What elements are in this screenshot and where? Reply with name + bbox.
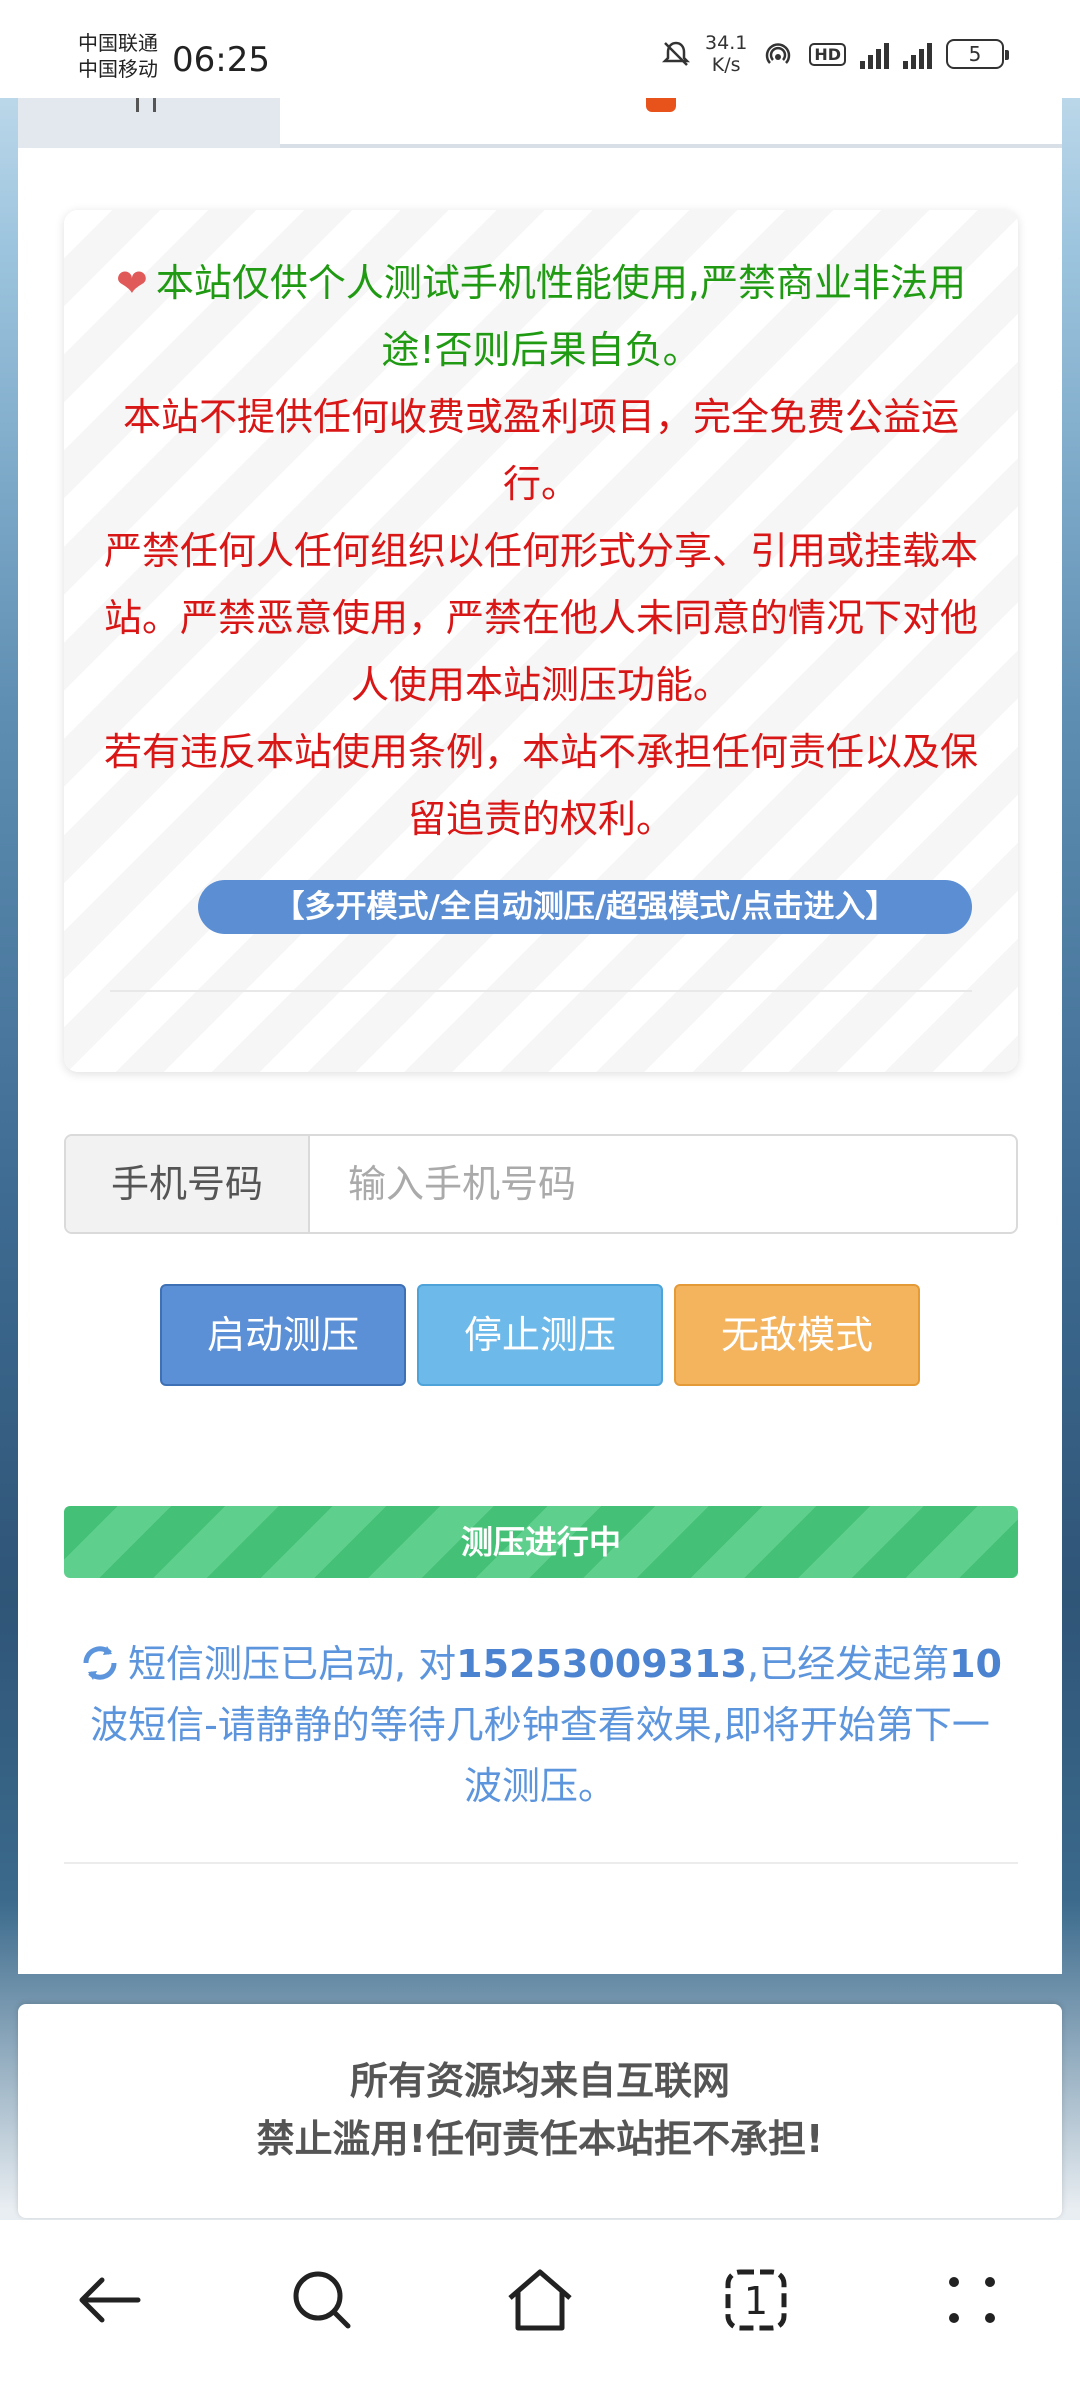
heart-icon: ❤ — [116, 261, 148, 305]
hd-icon: HD — [809, 42, 846, 66]
signal-4g-icon — [860, 39, 889, 69]
browser-nav-bar: 1 — [0, 2220, 1080, 2388]
main-page: ❤ 本站仅供个人测试手机性能使用,严禁商业非法用途!否则后果自负。 本站不提供任何… — [18, 98, 1062, 1974]
battery-icon: 5 — [946, 39, 1009, 69]
tab-left[interactable] — [18, 98, 280, 148]
carrier-names: 中国联通 中国移动 — [78, 30, 158, 82]
signal-5g-icon — [903, 39, 932, 69]
invincible-mode-button[interactable]: 无敌模式 — [674, 1284, 920, 1386]
status-icons: 34.1 K/s HD 5 — [661, 32, 1009, 76]
footer-line-1: 所有资源均来自互联网 — [349, 2059, 730, 2103]
phone-label: 手机号码 — [66, 1136, 310, 1232]
status-message: 短信测压已启动, 对15253009313,已经发起第10 波短信-请静静的等待几… — [72, 1634, 1008, 1817]
notice-panel: ❤ 本站仅供个人测试手机性能使用,严禁商业非法用途!否则后果自负。 本站不提供任何… — [64, 210, 1018, 1072]
search-icon — [293, 2271, 351, 2329]
grid-dots-icon — [949, 2277, 995, 2323]
status-middle: ,已经发起第 — [747, 1642, 950, 1686]
tab-bar — [18, 98, 1062, 148]
page-divider — [64, 1862, 1018, 1864]
stop-test-button[interactable]: 停止测压 — [417, 1284, 663, 1386]
carrier-1: 中国联通 — [78, 31, 158, 55]
progress-label: 测压进行中 — [460, 1523, 621, 1561]
notice-red-line-2: 严禁任何人任何组织以任何形式分享、引用或挂载本站。严禁恶意使用，严禁在他人未同意… — [104, 529, 979, 707]
network-speed: 34.1 K/s — [705, 32, 747, 76]
back-arrow-icon — [79, 2277, 141, 2323]
notice-text: ❤ 本站仅供个人测试手机性能使用,严禁商业非法用途!否则后果自负。 本站不提供任何… — [104, 250, 978, 853]
status-suffix: 波短信-请静静的等待几秒钟查看效果,即将开始第下一波测压。 — [90, 1703, 990, 1808]
back-button[interactable] — [68, 2260, 148, 2340]
progress-bar: 测压进行中 — [64, 1506, 1018, 1578]
menu-button[interactable] — [932, 2260, 1012, 2340]
hotspot-icon — [766, 43, 791, 64]
home-button[interactable] — [500, 2260, 580, 2340]
speed-value: 34.1 — [705, 32, 748, 54]
footer-line-2: 禁止滥用!任何责任本站拒不承担! — [256, 2117, 824, 2161]
mute-icon — [661, 41, 691, 66]
speed-unit: K/s — [711, 54, 741, 76]
tabs-icon: 1 — [725, 2269, 787, 2331]
tab-left-icon — [136, 98, 156, 112]
refresh-icon — [83, 1646, 117, 1680]
footer-panel: 所有资源均来自互联网 禁止滥用!任何责任本站拒不承担! — [18, 2004, 1062, 2218]
notice-divider — [110, 990, 972, 992]
status-phone-number: 15253009313 — [456, 1642, 748, 1686]
home-icon — [508, 2269, 572, 2331]
start-test-button[interactable]: 启动测压 — [160, 1284, 406, 1386]
status-wave-count: 10 — [949, 1642, 1002, 1686]
multi-mode-link[interactable]: 【多开模式/全自动测压/超强模式/点击进入】 — [198, 880, 972, 934]
status-prefix: 短信测压已启动, 对 — [127, 1642, 457, 1686]
notice-green-text: 本站仅供个人测试手机性能使用,严禁商业非法用途!否则后果自负。 — [155, 261, 966, 372]
tab-count: 1 — [744, 2279, 768, 2323]
notice-red-line-3: 若有违反本站使用条例，本站不承担任何责任以及保留追责的权利。 — [104, 730, 979, 841]
carrier-2: 中国移动 — [78, 57, 158, 81]
phone-input[interactable] — [312, 1136, 1016, 1232]
status-bar: 中国联通 中国移动 06:25 34.1 K/s HD 5 — [0, 0, 1080, 98]
notice-green-line: ❤ 本站仅供个人测试手机性能使用,严禁商业非法用途!否则后果自负。 — [104, 250, 978, 384]
clock: 06:25 — [172, 40, 270, 80]
search-button[interactable] — [282, 2260, 362, 2340]
notice-red-line-1: 本站不提供任何收费或盈利项目，完全免费公益运行。 — [122, 395, 959, 506]
phone-input-group: 手机号码 — [64, 1134, 1018, 1234]
tab-right-icon[interactable] — [646, 98, 676, 112]
tabs-button[interactable]: 1 — [716, 2260, 796, 2340]
